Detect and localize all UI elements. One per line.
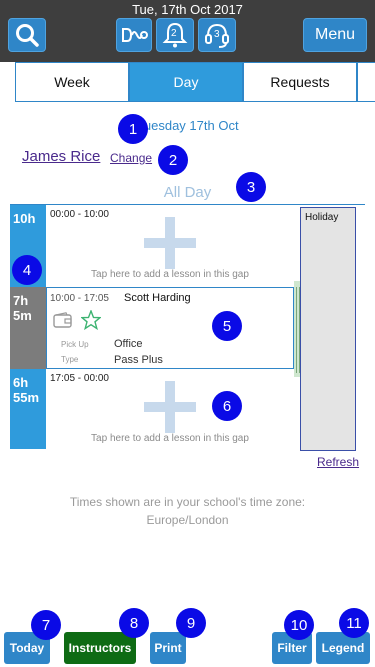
lesson-duration-hours: 7h (13, 293, 29, 308)
dual-control-icon (122, 28, 148, 42)
gap1-tap-text: Tap here to add a lesson in this gap (91, 269, 249, 280)
print-button[interactable]: Print (150, 632, 186, 664)
menu-button[interactable]: Menu (303, 18, 367, 52)
wallet-icon (53, 312, 72, 328)
notifications-button[interactable]: 2 (156, 18, 194, 52)
top-bar: Tue, 17th Oct 2017 2 3 Menu (0, 0, 375, 62)
search-icon (16, 24, 39, 47)
pickup-value: Office (114, 338, 143, 350)
tab-overflow[interactable] (357, 62, 375, 102)
lesson-student[interactable]: Scott Harding (124, 292, 191, 304)
notifications-count: 2 (171, 28, 177, 39)
legend-button[interactable]: Legend (316, 632, 370, 664)
gap2-time: 17:05 - 00:00 (50, 373, 109, 384)
gap1-time: 00:00 - 10:00 (50, 209, 109, 220)
search-button[interactable] (8, 18, 46, 52)
gap2-slot[interactable]: 17:05 - 00:00 Tap here to add a lesson i… (46, 369, 294, 449)
marker-3: 3 (236, 172, 266, 202)
view-tabs: Week Day Requests (15, 62, 375, 102)
marker-9: 9 (176, 608, 206, 638)
change-instructor-link[interactable]: Change (110, 151, 152, 165)
gap1-duration: 10h (13, 211, 36, 226)
marker-8: 8 (119, 608, 149, 638)
pickup-label: Pick Up (61, 340, 89, 349)
timezone-line2: Europe/London (146, 513, 229, 527)
marker-10: 10 (284, 610, 314, 640)
marker-6: 6 (212, 391, 242, 421)
gap2-duration-minutes: 55m (13, 390, 40, 405)
lesson-duration-minutes: 5m (13, 308, 32, 323)
instructor-name[interactable]: James Rice (22, 148, 100, 165)
marker-2: 2 (158, 145, 188, 175)
type-label: Type (61, 355, 79, 364)
tab-week[interactable]: Week (15, 62, 129, 102)
day-schedule: 10h 00:00 - 10:00 Tap here to add a less… (10, 204, 365, 451)
timezone-note: Times shown are in your school's time zo… (0, 493, 375, 529)
holiday-label: Holiday (305, 212, 339, 223)
holiday-column[interactable]: Holiday (300, 207, 356, 451)
timezone-line1: Times shown are in your school's time zo… (69, 495, 306, 509)
gap2-tap-text: Tap here to add a lesson in this gap (91, 433, 249, 444)
marker-4: 4 (12, 255, 42, 285)
gap2-duration-hours: 6h (13, 375, 29, 390)
marker-5: 5 (212, 311, 242, 341)
dual-control-button[interactable] (116, 18, 152, 52)
marker-1: 1 (118, 114, 148, 144)
tab-day[interactable]: Day (129, 62, 243, 102)
marker-11: 11 (339, 608, 369, 638)
all-day-label[interactable]: All Day (10, 184, 365, 201)
add-lesson-icon (144, 217, 196, 269)
star-icon[interactable] (81, 310, 101, 330)
lesson-duration-bar: 7h 5m (10, 287, 46, 369)
lesson-time: 10:00 - 17:05 (50, 293, 109, 304)
type-value: Pass Plus (114, 354, 163, 366)
tab-requests[interactable]: Requests (243, 62, 357, 102)
support-count: 3 (214, 29, 220, 40)
lesson-card[interactable]: 10:00 - 17:05 Scott Harding Pick Up Type… (46, 287, 294, 369)
gap2-duration-bar: 6h 55m (10, 369, 46, 449)
header-date: Tue, 17th Oct 2017 (132, 2, 243, 17)
add-lesson-icon (144, 381, 196, 433)
marker-7: 7 (31, 610, 61, 640)
instructors-button[interactable]: Instructors (64, 632, 136, 664)
support-button[interactable]: 3 (198, 18, 236, 52)
day-date-label: Tuesday 17th Oct (136, 118, 239, 133)
refresh-link[interactable]: Refresh (317, 455, 359, 469)
gap1-slot[interactable]: 00:00 - 10:00 Tap here to add a lesson i… (46, 205, 294, 287)
